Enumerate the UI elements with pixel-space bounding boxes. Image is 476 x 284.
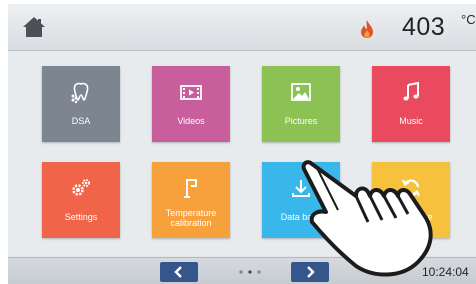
tile-label: Pictures	[284, 116, 318, 126]
picture-icon	[291, 83, 311, 101]
temperature-readout: 403	[402, 13, 446, 41]
page-indicator	[239, 270, 261, 274]
tile-label: Settings	[64, 212, 98, 222]
tile-label: Videos	[177, 116, 205, 126]
music-note-icon	[403, 81, 419, 101]
tile-label: DSA	[71, 116, 91, 126]
home-icon[interactable]	[22, 15, 46, 39]
previous-page-button[interactable]	[160, 262, 198, 282]
probe-icon	[184, 179, 197, 198]
tile-temperature-calibration[interactable]: Temperature calibration	[152, 162, 230, 238]
tile-dsa[interactable]: DSA	[42, 66, 120, 142]
chevron-left-icon	[174, 266, 182, 278]
tile-settings[interactable]: Settings	[42, 162, 120, 238]
status-bar: 403 °C	[8, 4, 476, 51]
temperature-unit: °C	[461, 12, 476, 27]
tooth-icon	[71, 82, 89, 104]
pointing-hand-icon	[301, 160, 433, 277]
tile-music[interactable]: Music	[372, 66, 450, 142]
tile-videos[interactable]: Videos	[152, 66, 230, 142]
film-icon	[180, 85, 202, 100]
tile-pictures[interactable]: Pictures	[262, 66, 340, 142]
flame-icon	[361, 20, 373, 38]
tile-label: Music	[399, 116, 423, 126]
gears-icon	[72, 179, 90, 196]
tile-label: Temperature calibration	[165, 208, 217, 228]
furnace-screen: 403 °C DSA Videos Pictures Music Setting…	[8, 4, 476, 284]
